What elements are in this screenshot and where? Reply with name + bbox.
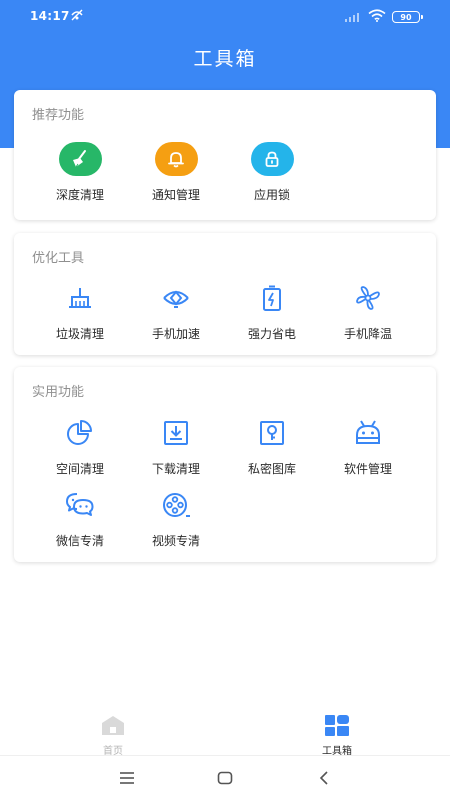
deep-clean-button[interactable]: 深度清理 (32, 141, 128, 203)
system-nav-bar (0, 757, 450, 800)
private-gallery-label: 私密图库 (247, 462, 296, 476)
software-manage-button[interactable]: 软件管理 (320, 415, 416, 477)
phone-cool-label: 手机降温 (343, 327, 392, 341)
signal-icon (344, 10, 362, 25)
app-lock-label: 应用锁 (253, 188, 290, 202)
phone-boost-label: 手机加速 (151, 327, 200, 341)
mute-icon (69, 8, 85, 25)
home-nav-icon[interactable] (217, 770, 233, 789)
utility-title: 实用功能 (32, 385, 85, 400)
download-clean-button[interactable]: 下载清理 (128, 415, 224, 477)
broom-icon (58, 142, 102, 176)
toolbox-grid-icon (297, 714, 377, 740)
pie-chart-icon (32, 415, 128, 451)
optimize-card: 优化工具 垃圾清理 手机加速 强力省电 手机降温 (14, 233, 436, 355)
phone-cool-button[interactable]: 手机降温 (320, 280, 416, 342)
wechat-icon (32, 487, 128, 523)
download-clean-label: 下载清理 (151, 462, 200, 476)
app-lock-button[interactable]: 应用锁 (224, 141, 320, 203)
home-icon (73, 714, 153, 740)
private-gallery-icon (224, 415, 320, 451)
recommended-card: 推荐功能 深度清理 通知管理 应用锁 (14, 90, 436, 220)
tab-toolbox-label: 工具箱 (322, 746, 352, 757)
bell-icon (154, 142, 198, 176)
battery-charge-icon (224, 280, 320, 316)
notification-manage-label: 通知管理 (151, 188, 200, 202)
bottom-tab-bar: 首页 工具箱 (0, 706, 450, 757)
tab-home-label: 首页 (103, 746, 123, 757)
space-clean-button[interactable]: 空间清理 (32, 415, 128, 477)
deep-clean-label: 深度清理 (55, 188, 104, 202)
menu-icon[interactable] (119, 770, 135, 789)
notification-manage-button[interactable]: 通知管理 (128, 141, 224, 203)
space-clean-label: 空间清理 (55, 462, 104, 476)
fan-icon (320, 280, 416, 316)
wechat-clean-label: 微信专清 (55, 534, 104, 548)
wifi-icon (368, 9, 386, 25)
page-title: 工具箱 (193, 48, 257, 70)
junk-clean-button[interactable]: 垃圾清理 (32, 280, 128, 342)
rocket-icon (128, 280, 224, 316)
junk-clean-label: 垃圾清理 (55, 327, 104, 341)
status-bar: 14:17 90 (0, 0, 450, 32)
video-reel-icon (128, 487, 224, 523)
battery-icon: 90 (392, 11, 423, 23)
video-clean-label: 视频专清 (151, 534, 200, 548)
tab-toolbox[interactable]: 工具箱 (297, 714, 377, 757)
private-gallery-button[interactable]: 私密图库 (224, 415, 320, 477)
video-clean-button[interactable]: 视频专清 (128, 487, 224, 549)
recommended-title: 推荐功能 (32, 108, 85, 123)
status-indicators: 90 (344, 9, 423, 25)
software-manage-label: 软件管理 (343, 462, 392, 476)
utility-card: 实用功能 空间清理 下载清理 私密图库 软件管理 微信专清 视频专清 (14, 367, 436, 562)
trash-broom-icon (32, 280, 128, 316)
power-save-label: 强力省电 (247, 327, 296, 341)
optimize-title: 优化工具 (32, 251, 85, 266)
phone-boost-button[interactable]: 手机加速 (128, 280, 224, 342)
download-icon (128, 415, 224, 451)
power-save-button[interactable]: 强力省电 (224, 280, 320, 342)
tab-home[interactable]: 首页 (73, 714, 153, 757)
status-time: 14:17 (30, 9, 70, 23)
lock-icon (250, 142, 294, 176)
android-icon (320, 415, 416, 451)
back-icon[interactable] (318, 770, 330, 789)
wechat-clean-button[interactable]: 微信专清 (32, 487, 128, 549)
